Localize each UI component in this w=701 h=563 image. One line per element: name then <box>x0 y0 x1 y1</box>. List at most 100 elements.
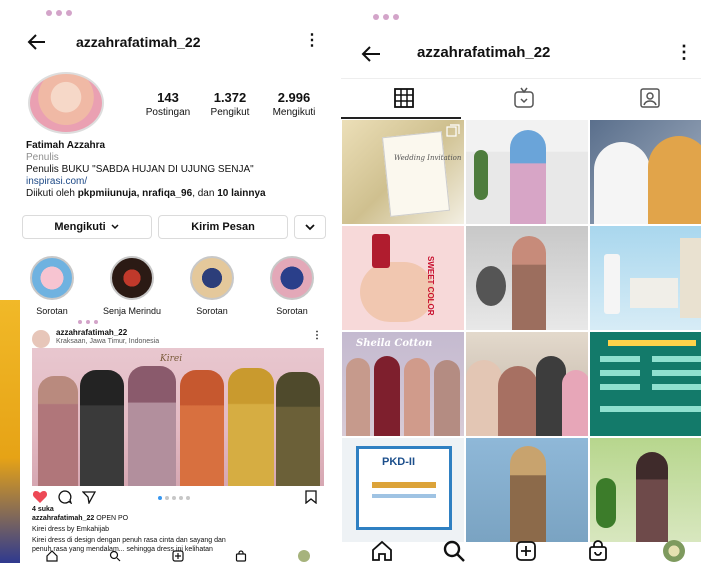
profile-avatar[interactable] <box>28 72 104 134</box>
profile-tabs <box>341 78 701 119</box>
plant <box>474 150 488 200</box>
post-likes[interactable]: 4 suka <box>32 505 324 514</box>
highlight-item[interactable]: Senja Merindu <box>102 256 162 316</box>
stat-followers[interactable]: 1.372 Pengikut <box>200 90 260 118</box>
infographic-line <box>600 384 640 390</box>
highlight-item[interactable]: Sorotan <box>182 256 242 316</box>
tile-text: SWEET COLOR <box>426 256 435 316</box>
grid-username: azzahrafatimah_22 <box>417 44 551 61</box>
grid-post[interactable] <box>590 332 701 436</box>
certificate-line <box>372 494 436 498</box>
grid-post[interactable] <box>466 120 588 224</box>
search-icon[interactable] <box>443 540 465 562</box>
kebab-menu-icon[interactable]: ⋮ <box>304 31 320 51</box>
grid-post[interactable] <box>590 120 701 224</box>
suggested-dropdown-button[interactable] <box>294 215 326 239</box>
back-arrow-icon[interactable] <box>26 31 48 53</box>
highlight-item[interactable]: Sorotan <box>22 256 82 316</box>
grid-post[interactable] <box>590 438 701 542</box>
certificate-line <box>372 482 436 488</box>
highlight-cover <box>30 256 74 300</box>
followed-mid: , dan <box>192 188 218 199</box>
umbrella <box>476 266 506 306</box>
post-username[interactable]: azzahrafatimah_22 <box>56 328 127 337</box>
profile-avatar-nav[interactable] <box>663 540 685 562</box>
model-figure <box>404 358 430 436</box>
tile-text: PKD-II <box>382 456 415 468</box>
chevron-down-icon <box>305 224 315 231</box>
model-figure <box>510 130 546 224</box>
stat-value: 2.996 <box>277 90 311 105</box>
following-button[interactable]: Mengikuti <box>22 215 152 239</box>
person-figure <box>594 142 650 224</box>
grid-post[interactable] <box>466 332 588 436</box>
nail-polish <box>372 234 390 268</box>
person-figure <box>648 136 701 224</box>
infographic-line <box>652 356 701 362</box>
stat-posts[interactable]: 143 Postingan <box>138 90 198 118</box>
kebab-menu-icon[interactable]: ⋮ <box>675 42 693 63</box>
grid-post[interactable] <box>590 226 701 330</box>
product-diffuser <box>680 238 701 318</box>
carousel-indicator <box>158 496 190 500</box>
search-icon[interactable] <box>109 550 121 562</box>
bottom-nav <box>20 548 336 563</box>
chevron-down-icon <box>111 224 119 230</box>
profile-avatar-nav[interactable] <box>298 549 311 562</box>
model-figure <box>228 368 274 486</box>
grid-post[interactable]: PKD-II <box>342 438 464 542</box>
igtv-icon[interactable] <box>513 87 537 111</box>
grid-post[interactable] <box>466 226 588 330</box>
model-figure <box>374 356 400 436</box>
model-figure <box>512 236 546 330</box>
grid-post[interactable]: Sheila Cotton <box>342 332 464 436</box>
back-arrow-icon[interactable] <box>359 42 383 66</box>
grid-post[interactable] <box>466 438 588 542</box>
background-decoration <box>0 300 20 563</box>
infographic-line <box>652 370 701 376</box>
tile-text: Wedding Invitation <box>394 154 462 162</box>
bottom-nav <box>341 538 701 563</box>
grid-icon[interactable] <box>393 87 417 111</box>
post-image[interactable]: Kirei <box>32 348 324 486</box>
model-figure <box>434 360 460 436</box>
product-bottle <box>604 254 620 314</box>
home-icon[interactable] <box>45 549 58 562</box>
model-figure <box>636 452 668 542</box>
bookmark-icon[interactable] <box>304 490 318 504</box>
bio-link[interactable]: inspirasi.com/ <box>26 176 332 188</box>
caption-text: OPEN PO <box>94 515 129 522</box>
stat-label: Mengikuti <box>272 107 316 118</box>
bio-name: Fatimah Azzahra <box>26 140 106 151</box>
message-button[interactable]: Kirim Pesan <box>158 215 288 239</box>
post-location[interactable]: Kraksaan, Jawa Timur, Indonesia <box>56 338 159 345</box>
shop-bag-icon[interactable] <box>587 540 609 562</box>
grid-post[interactable]: SWEET COLOR <box>342 226 464 330</box>
caption-username[interactable]: azzahrafatimah_22 <box>32 515 94 522</box>
highlight-item[interactable]: Sorotan <box>262 256 322 316</box>
add-post-icon[interactable] <box>172 549 184 562</box>
kebab-menu-icon[interactable]: ⋮ <box>312 330 322 341</box>
caption-text: Kirei dress di design dengan penuh rasa … <box>32 537 226 544</box>
profile-grid-screen: azzahrafatimah_22 ⋮ Wedding Invitation S… <box>341 0 701 563</box>
bio-followed-by[interactable]: Diikuti oleh pkpmiiunuja, nrafiqa_96, da… <box>26 188 332 200</box>
stat-value: 1.372 <box>213 90 247 105</box>
home-icon[interactable] <box>371 540 393 562</box>
profile-bio: Fatimah Azzahra Penulis Penulis BUKU "SA… <box>26 140 332 200</box>
stat-following[interactable]: 2.996 Mengikuti <box>262 90 326 118</box>
comment-icon[interactable] <box>58 490 72 504</box>
add-post-icon[interactable] <box>515 540 537 562</box>
following-label: Mengikuti <box>54 221 106 233</box>
grid-post[interactable]: Wedding Invitation <box>342 120 464 224</box>
carousel-icon <box>446 124 460 137</box>
heart-icon[interactable] <box>32 490 48 504</box>
profile-screen: azzahrafatimah_22 ⋮ 143 Postingan 1.372 … <box>20 0 336 563</box>
highlight-cover <box>270 256 314 300</box>
post-meta: 4 suka azzahrafatimah_22 OPEN PO Kirei d… <box>32 505 324 554</box>
post-avatar[interactable] <box>32 330 50 348</box>
followed-names: pkpmiiunuja, nrafiqa_96 <box>77 188 193 199</box>
tagged-icon[interactable] <box>639 87 663 111</box>
share-icon[interactable] <box>82 490 96 504</box>
shop-bag-icon[interactable] <box>235 549 247 562</box>
product-box <box>630 278 678 308</box>
